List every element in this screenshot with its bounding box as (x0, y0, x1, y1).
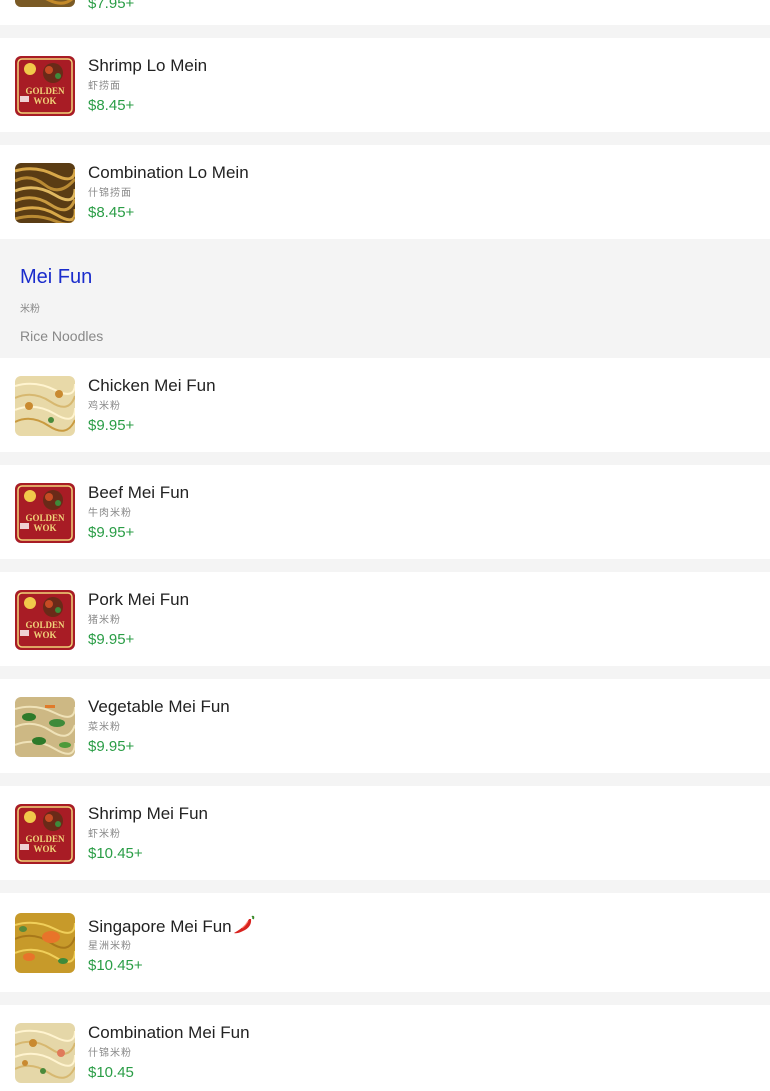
item-name: Shrimp Mei Fun (88, 804, 208, 823)
menu-item[interactable]: Combination Mei Fun 什锦米粉 $10.45 (0, 1005, 770, 1091)
menu-item[interactable]: Singapore Mei Fun 星洲米粉 $10.45+ (0, 893, 770, 992)
item-price: $10.45+ (88, 845, 143, 862)
item-chinese-name: 星洲米粉 (88, 941, 132, 952)
svg-text:WOK: WOK (33, 630, 56, 640)
item-price: $10.45 (88, 1064, 134, 1081)
item-chinese-name: 猪米粉 (88, 615, 121, 626)
item-name: Chicken Mei Fun (88, 376, 216, 395)
item-chinese-name: 什锦米粉 (88, 1048, 132, 1059)
svg-text:WOK: WOK (33, 844, 56, 854)
svg-text:GOLDEN: GOLDEN (25, 86, 65, 96)
svg-text:GOLDEN: GOLDEN (25, 620, 65, 630)
menu-item[interactable]: Combination Lo Mein 什锦捞面 $8.45+ (0, 145, 770, 239)
item-chinese-name: 菜米粉 (88, 722, 121, 733)
item-price: $9.95+ (88, 524, 135, 541)
section-description: Rice Noodles (20, 328, 104, 344)
section-header (0, 241, 770, 356)
golden-wok-logo-image: GOLDEN WOK (15, 590, 75, 650)
svg-text:WOK: WOK (33, 523, 56, 533)
svg-text:GOLDEN: GOLDEN (25, 834, 65, 844)
menu-item[interactable]: GOLDEN WOK Beef Mei Fun 牛肉米粉 $9.95+ (0, 465, 770, 559)
section-title: Mei Fun (20, 266, 93, 288)
menu-item[interactable]: $7.95+ (0, 0, 770, 25)
item-name: Combination Lo Mein (88, 163, 249, 182)
vegetable-photo-image (15, 697, 75, 757)
svg-text:WOK: WOK (33, 96, 56, 106)
item-price: $8.45+ (88, 204, 135, 221)
item-price: $7.95+ (88, 0, 135, 12)
menu-item[interactable]: GOLDEN WOK Shrimp Lo Mein 虾捞面 $8.45+ (0, 38, 770, 132)
rice-noodle-photo-image (15, 376, 75, 436)
item-name: Vegetable Mei Fun (88, 697, 230, 716)
item-price: $10.45+ (88, 957, 143, 974)
item-price: $8.45+ (88, 97, 135, 114)
item-price: $9.95+ (88, 631, 135, 648)
item-chinese-name: 牛肉米粉 (88, 508, 132, 519)
rice-noodle-photo-image (15, 1023, 75, 1083)
chili-pepper-icon (233, 915, 255, 940)
item-name: Beef Mei Fun (88, 483, 190, 502)
curry-noodle-photo-image (15, 913, 75, 973)
item-thumbnail (15, 0, 75, 7)
menu-item[interactable]: GOLDEN WOK Shrimp Mei Fun 虾米粉 $10.45+ (0, 786, 770, 880)
noodle-photo-image (15, 163, 75, 223)
golden-wok-logo-image: GOLDEN WOK (15, 56, 75, 116)
svg-text:GOLDEN: GOLDEN (25, 513, 65, 523)
item-name-text: Singapore Mei Fun (88, 917, 232, 936)
item-name: Singapore Mei Fun (88, 915, 255, 940)
item-price: $9.95+ (88, 738, 135, 755)
item-price: $9.95+ (88, 417, 135, 434)
item-chinese-name: 什锦捞面 (88, 188, 132, 199)
item-name: Pork Mei Fun (88, 590, 190, 609)
section-chinese-title: 米粉 (20, 304, 40, 315)
golden-wok-logo-image: GOLDEN WOK (15, 804, 75, 864)
item-name: Shrimp Lo Mein (88, 56, 208, 75)
item-name: Combination Mei Fun (88, 1023, 250, 1042)
menu-item[interactable]: GOLDEN WOK Pork Mei Fun 猪米粉 $9.95+ (0, 572, 770, 666)
menu-item[interactable]: Vegetable Mei Fun 菜米粉 $9.95+ (0, 679, 770, 773)
menu-item[interactable]: Chicken Mei Fun 鸡米粉 $9.95+ (0, 358, 770, 452)
golden-wok-logo-image: GOLDEN WOK (15, 483, 75, 543)
item-chinese-name: 鸡米粉 (88, 401, 121, 412)
item-chinese-name: 虾米粉 (88, 829, 121, 840)
item-chinese-name: 虾捞面 (88, 81, 121, 92)
